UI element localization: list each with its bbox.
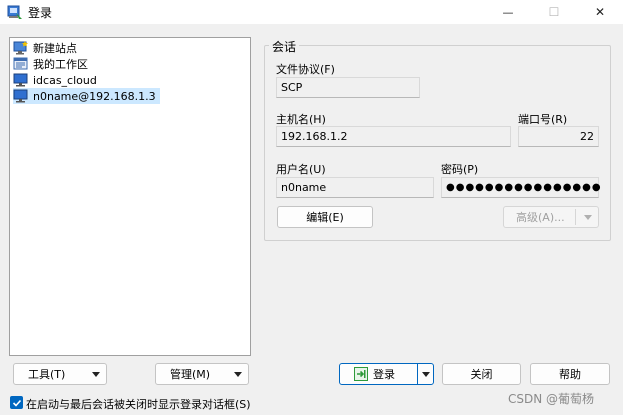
- edit-button-label: 编辑(E): [306, 211, 344, 224]
- close-icon: ✕: [594, 5, 606, 19]
- protocol-value: SCP: [281, 81, 303, 94]
- tools-button-label: 工具(T): [28, 368, 66, 381]
- advanced-button-label: 高级(A)...: [516, 211, 565, 224]
- tree-item-n0name-host[interactable]: n0name@192.168.1.3: [13, 88, 160, 104]
- host-label: 主机名(H): [276, 113, 326, 126]
- close-button[interactable]: 关闭: [442, 363, 521, 385]
- tree-item-idcas-cloud[interactable]: idcas_cloud: [13, 72, 101, 88]
- login-button-label: 登录: [373, 368, 395, 381]
- watermark: CSDN @葡萄杨: [508, 392, 595, 406]
- minimize-button[interactable]: —: [485, 0, 531, 24]
- tree-item-label: 我的工作区: [33, 58, 88, 71]
- tree-item-workspace[interactable]: 我的工作区: [13, 56, 92, 72]
- help-button[interactable]: 帮助: [530, 363, 610, 385]
- session-group-label: 会话: [269, 38, 300, 55]
- maximize-button[interactable]: ☐: [531, 0, 577, 24]
- maximize-icon: ☐: [548, 5, 560, 19]
- site-tree[interactable]: 新建站点 我的工作区 idcas_cloud n0name@192.168.1.…: [9, 37, 251, 356]
- port-label: 端口号(R): [518, 113, 568, 126]
- show-login-checkbox[interactable]: [10, 396, 23, 409]
- workspace-icon: [13, 57, 29, 71]
- host-input[interactable]: 192.168.1.2: [276, 126, 511, 147]
- help-button-label: 帮助: [559, 368, 581, 381]
- password-label: 密码(P): [441, 163, 479, 176]
- title-bar: 登录 — ☐ ✕: [0, 0, 623, 24]
- tree-item-label: idcas_cloud: [33, 73, 97, 87]
- user-label: 用户名(U): [276, 163, 326, 176]
- protocol-select[interactable]: SCP: [276, 77, 420, 98]
- tools-button[interactable]: 工具(T): [13, 363, 107, 385]
- tree-item-label: n0name@192.168.1.3: [33, 89, 156, 103]
- edit-button[interactable]: 编辑(E): [277, 206, 373, 228]
- chevron-down-icon: [422, 372, 430, 377]
- minimize-icon: —: [502, 5, 514, 19]
- computer-icon: [13, 73, 29, 87]
- manage-button-label: 管理(M): [170, 368, 211, 381]
- port-value: 22: [580, 130, 594, 143]
- chevron-down-icon: [234, 371, 242, 377]
- chevron-down-icon: [583, 214, 592, 220]
- new-site-icon: [13, 41, 29, 55]
- close-window-button[interactable]: ✕: [577, 0, 623, 24]
- port-input[interactable]: 22: [518, 126, 599, 147]
- login-button[interactable]: 登录: [339, 363, 434, 385]
- close-button-label: 关闭: [470, 368, 493, 381]
- host-value: 192.168.1.2: [281, 130, 348, 143]
- tree-item-new-site[interactable]: 新建站点: [13, 40, 81, 56]
- user-input[interactable]: n0name: [276, 177, 434, 198]
- computer-icon: [13, 89, 29, 103]
- user-value: n0name: [281, 181, 327, 194]
- advanced-button[interactable]: 高级(A)...: [503, 206, 599, 228]
- password-value: ●●●●●●●●●●●●●●●●: [446, 182, 602, 193]
- login-icon: [354, 367, 368, 381]
- show-login-checkbox-label: 在启动与最后会话被关闭时显示登录对话框(S): [26, 398, 251, 411]
- window-title: 登录: [28, 6, 53, 20]
- manage-button[interactable]: 管理(M): [155, 363, 249, 385]
- app-icon: [7, 4, 23, 20]
- checkmark-icon: [12, 399, 21, 407]
- split-divider: [417, 364, 418, 384]
- split-divider: [574, 209, 576, 225]
- password-input[interactable]: ●●●●●●●●●●●●●●●●: [441, 177, 602, 198]
- tree-item-label: 新建站点: [33, 42, 77, 55]
- chevron-down-icon: [92, 371, 100, 377]
- protocol-label: 文件协议(F): [276, 63, 335, 76]
